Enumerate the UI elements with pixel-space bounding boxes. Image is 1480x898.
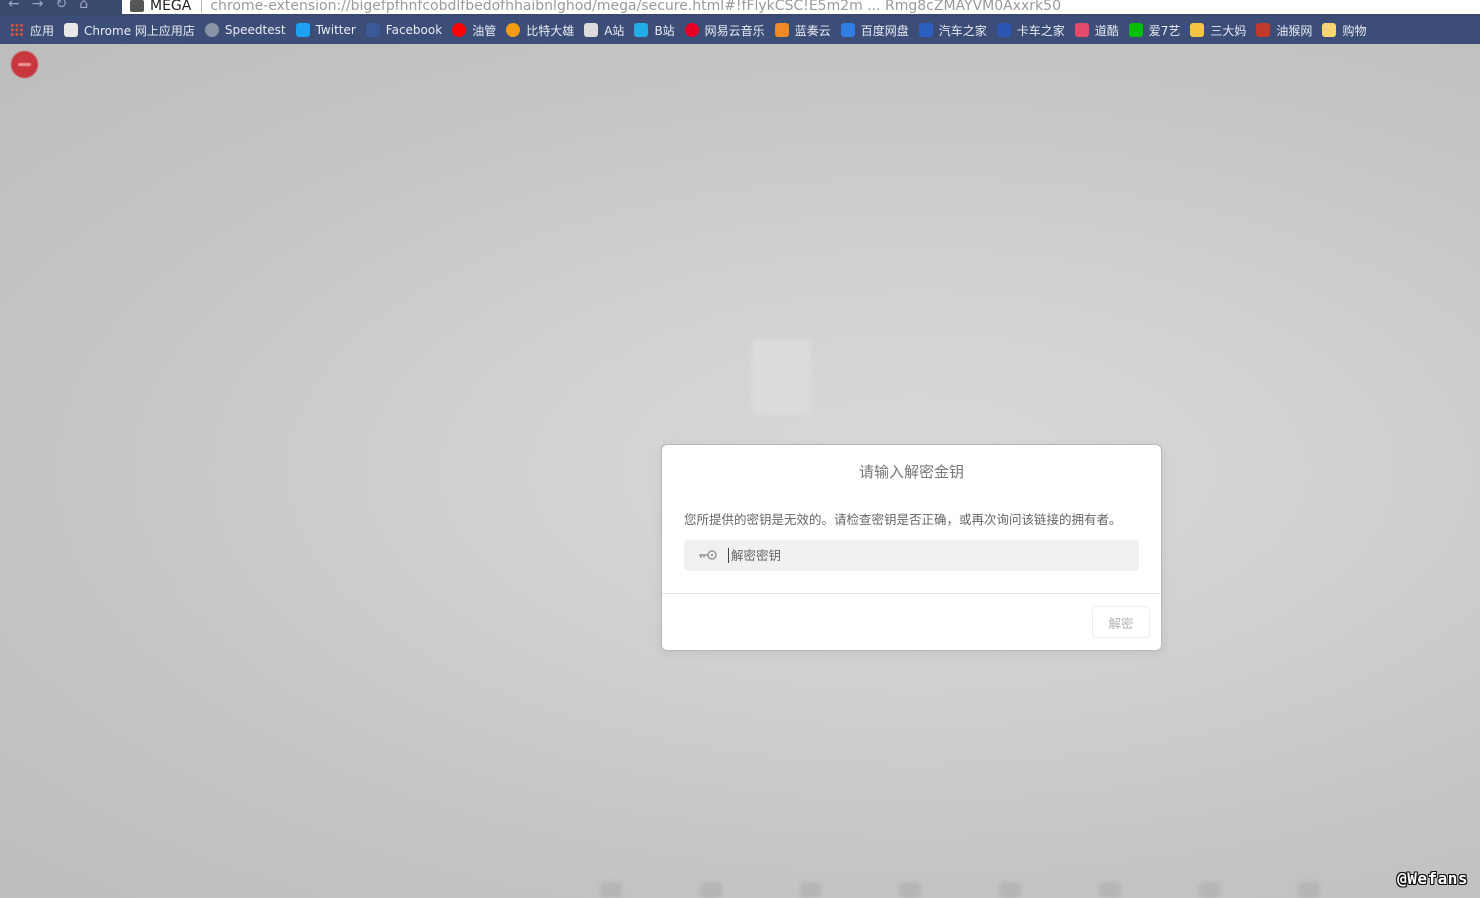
folder-icon — [1322, 23, 1337, 37]
key-icon — [699, 550, 717, 560]
bookmark-label: 蓝奏云 — [794, 23, 831, 38]
bookmark-item[interactable]: 应用 — [10, 16, 54, 44]
bookmark-label: Chrome 网上应用店 — [84, 23, 195, 38]
bookmark-label: 卡车之家 — [1016, 23, 1065, 38]
extension-icon — [130, 0, 144, 12]
bookmark-label: Twitter — [315, 23, 356, 37]
bookmark-item[interactable]: 油猴网 — [1256, 16, 1312, 44]
speedtest-icon — [204, 23, 219, 37]
bookmark-label: 购物 — [1342, 23, 1367, 38]
bookmark-item[interactable]: 爱7艺 — [1128, 16, 1181, 44]
netease-music-icon — [684, 23, 699, 37]
address-separator — [201, 0, 203, 13]
twitter-icon — [295, 23, 310, 37]
url-text[interactable]: chrome-extension://bigefpfhnfcobdlfbedof… — [210, 0, 1061, 14]
chrome-webstore-icon — [64, 23, 79, 37]
truckhome-icon — [996, 23, 1011, 37]
blurred-toolbar — [600, 882, 1320, 898]
toolbar-icon — [1198, 882, 1221, 898]
bookmark-label: B站 — [654, 23, 675, 38]
bookmark-item[interactable]: 购物 — [1322, 16, 1366, 44]
browser-toolbar: ← → ↻ ⌂ MEGA chrome-extension://bigefpfh… — [0, 0, 1480, 16]
toolbar-icon — [799, 882, 822, 898]
back-icon[interactable]: ← — [8, 0, 20, 12]
toolbar-icon — [600, 882, 622, 898]
bookmark-item[interactable]: 汽车之家 — [918, 16, 987, 44]
dialog-title: 请输入解密金钥 — [858, 463, 964, 481]
toolbar-icon — [1098, 882, 1121, 898]
bookmark-label: 三大妈 — [1210, 23, 1247, 38]
bookmark-label: 爱7艺 — [1148, 23, 1181, 38]
iqiyi-icon — [1128, 23, 1143, 37]
dialog-divider — [662, 593, 1161, 594]
baidu-pan-icon — [840, 23, 855, 37]
tab-title: MEGA — [150, 0, 192, 14]
bookmark-item[interactable]: 网易云音乐 — [684, 16, 765, 44]
bookmark-label: 道酷 — [1094, 23, 1119, 38]
bookmark-label: 油管 — [472, 23, 497, 38]
autohome-icon — [918, 23, 933, 37]
decrypt-button[interactable]: 解密 — [1092, 606, 1150, 638]
home-icon[interactable]: ⌂ — [79, 0, 88, 12]
bookmark-item[interactable]: 卡车之家 — [996, 16, 1065, 44]
bookmark-item[interactable]: Twitter — [295, 16, 356, 44]
bookmark-label: 应用 — [30, 23, 55, 38]
mega-logo-icon[interactable] — [11, 51, 38, 78]
apps-grid-icon — [10, 23, 24, 37]
bookmark-label: Speedtest — [224, 23, 286, 37]
bookmark-item[interactable]: Chrome 网上应用店 — [64, 16, 195, 44]
bookmark-label: Facebook — [385, 23, 443, 37]
watermark: @Wefans — [1397, 869, 1468, 888]
bilibili-icon — [634, 23, 649, 37]
nav-buttons: ← → ↻ ⌂ — [8, 0, 118, 14]
bookmark-item[interactable]: 三大妈 — [1190, 16, 1246, 44]
sandama-icon — [1190, 23, 1205, 37]
bookmark-label: 油猴网 — [1276, 23, 1313, 38]
key-field[interactable] — [684, 540, 1139, 571]
bookmark-item[interactable]: 百度网盘 — [840, 16, 909, 44]
bookmark-item[interactable]: Facebook — [365, 16, 443, 44]
file-icon — [752, 340, 810, 414]
bookmark-item[interactable]: 蓝奏云 — [774, 16, 831, 44]
bookmark-label: 比特大雄 — [526, 23, 575, 38]
bitdaxiong-icon — [506, 23, 521, 37]
decryption-key-input[interactable] — [728, 548, 1128, 563]
youhou-icon — [1256, 23, 1271, 37]
acfun-icon — [584, 23, 599, 37]
bookmark-label: 汽车之家 — [938, 23, 987, 38]
bookmark-label: A站 — [604, 23, 625, 38]
forward-icon[interactable]: → — [32, 0, 44, 12]
bookmark-label: 网易云音乐 — [704, 23, 765, 38]
bookmark-item[interactable]: B站 — [634, 16, 675, 44]
bookmark-item[interactable]: 比特大雄 — [506, 16, 574, 44]
bookmark-item[interactable]: Speedtest — [204, 16, 286, 44]
bookmark-label: 百度网盘 — [860, 23, 909, 38]
error-message: 您所提供的密钥是无效的。请检查密钥是否正确，或再次询问该链接的拥有者。 — [684, 512, 1122, 527]
toolbar-icon — [899, 882, 921, 898]
address-bar[interactable]: MEGA chrome-extension://bigefpfhnfcobdlf… — [122, 0, 1480, 14]
bookmark-item[interactable]: 油管 — [452, 16, 496, 44]
bookmark-item[interactable]: 道酷 — [1074, 16, 1119, 44]
toolbar-icon — [999, 882, 1021, 898]
toolbar-icon — [699, 882, 722, 898]
reload-icon[interactable]: ↻ — [55, 0, 67, 12]
lanzou-icon — [774, 23, 789, 37]
toolbar-icon — [1298, 882, 1320, 898]
daoku-icon — [1074, 23, 1089, 37]
youtube-icon — [452, 23, 467, 37]
bookmark-item[interactable]: A站 — [584, 16, 624, 44]
decryption-key-dialog: 请输入解密金钥 您所提供的密钥是无效的。请检查密钥是否正确，或再次询问该链接的拥… — [661, 444, 1162, 651]
bookmarks-bar: 应用 Chrome 网上应用店 Speedtest Twitter Facebook 油管… — [0, 16, 1480, 44]
facebook-icon — [365, 23, 380, 37]
